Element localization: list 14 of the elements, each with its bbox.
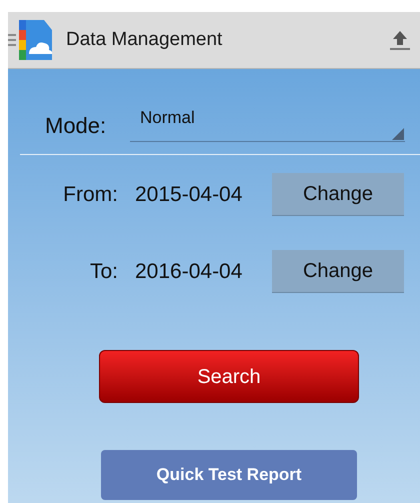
search-button[interactable]: Search bbox=[99, 350, 359, 403]
dropdown-arrow-icon bbox=[392, 128, 404, 140]
report-button[interactable]: Quick Test Report bbox=[101, 450, 357, 500]
change-button[interactable]: Change bbox=[272, 173, 404, 216]
mode-dropdown[interactable]: Normal bbox=[130, 105, 405, 142]
date-label: To: bbox=[88, 258, 119, 285]
screen-title: Data Management bbox=[66, 28, 224, 52]
date-value: 2015-04-04 bbox=[134, 182, 244, 208]
change-button[interactable]: Change bbox=[272, 250, 404, 293]
date-value: 2016-04-04 bbox=[134, 258, 244, 285]
date-label: From: bbox=[62, 182, 119, 208]
menu-icon[interactable] bbox=[8, 33, 16, 47]
upload-icon[interactable] bbox=[390, 29, 410, 51]
mode-label: Mode: bbox=[45, 112, 108, 140]
